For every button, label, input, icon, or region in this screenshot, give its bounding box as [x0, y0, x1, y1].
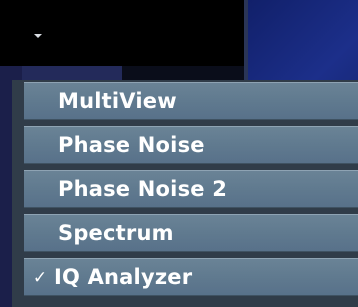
channel-menu: MultiView Phase Noise Phase Noise 2 Spec… — [12, 80, 358, 307]
menu-item-phase-noise-2[interactable]: Phase Noise 2 — [24, 170, 358, 208]
application-screen: MultiView Phase Noise Phase Noise 2 Spec… — [0, 0, 358, 307]
menu-item-phase-noise[interactable]: Phase Noise — [24, 126, 358, 164]
menu-item-label: MultiView — [58, 89, 177, 113]
menu-item-spectrum[interactable]: Spectrum — [24, 214, 358, 252]
menu-item-label: Phase Noise — [58, 133, 205, 157]
checkmark-icon: ✓ — [32, 268, 48, 288]
menu-item-multiview[interactable]: MultiView — [24, 82, 358, 120]
menu-item-iq-analyzer[interactable]: ✓ IQ Analyzer — [24, 258, 358, 296]
channel-dropdown-button[interactable] — [0, 0, 78, 66]
chevron-down-icon — [34, 34, 42, 38]
menu-item-label: IQ Analyzer — [54, 265, 193, 289]
menu-item-label: Phase Noise 2 — [58, 177, 228, 201]
menu-item-label: Spectrum — [58, 221, 174, 245]
underlying-tab-edge — [22, 66, 122, 80]
